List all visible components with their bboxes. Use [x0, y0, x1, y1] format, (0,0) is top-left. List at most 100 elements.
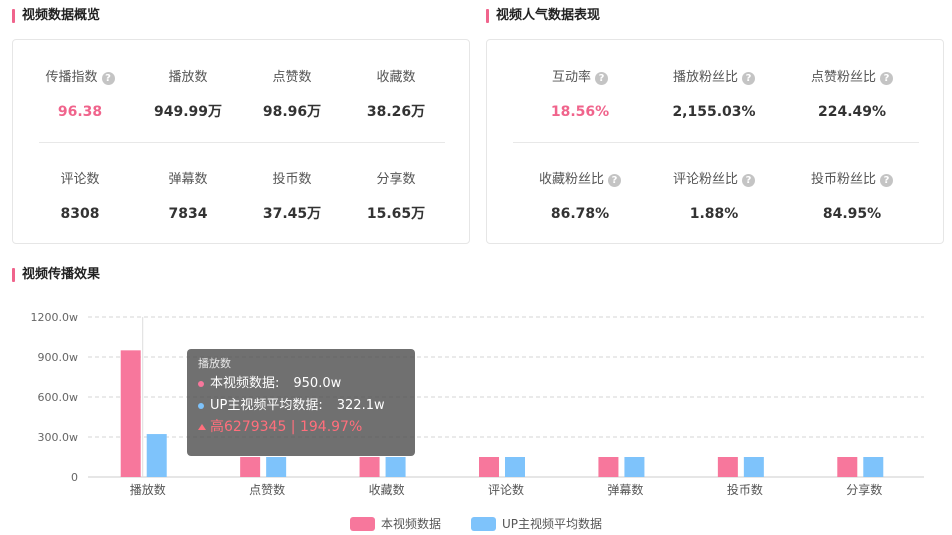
y-tick-label: 600.0w — [38, 391, 79, 404]
y-tick-label: 900.0w — [38, 351, 79, 364]
x-tick-label: 弹幕数 — [607, 482, 643, 497]
bar-video — [120, 350, 141, 477]
popularity-metric-label-wrap: 评论粉丝比? — [673, 172, 755, 188]
popularity-metric-label-wrap: 投币粉丝比? — [811, 172, 893, 188]
overview-metric-label-wrap: 传播指数? — [45, 70, 115, 86]
popularity-metric-label: 收藏粉丝比 — [538, 172, 604, 187]
bar-average — [624, 457, 645, 477]
popularity-metric-value: 2,155.03% — [672, 104, 756, 120]
popularity-metric-label-wrap: 收藏粉丝比? — [539, 172, 621, 188]
popularity-metric-value: 224.49% — [817, 104, 887, 120]
bar-average — [266, 457, 287, 477]
overview-metric-label: 播放数 — [168, 70, 208, 85]
popularity-metric-label: 点赞粉丝比 — [810, 70, 876, 85]
overview-card: 传播指数? 96.38 播放数 949.99万 点赞数 98.96万 收藏数 38.26万评论… — [12, 39, 470, 244]
overview-metric-value: 96.38 — [57, 104, 103, 120]
overview-metric: 传播指数? 96.38 — [25, 66, 135, 120]
help-icon[interactable]: ? — [880, 71, 893, 85]
legend-item-video[interactable]: 本视频数据 — [349, 515, 441, 532]
overview-metric-label: 弹幕数 — [168, 172, 208, 187]
popularity-metric-value: 84.95% — [822, 206, 882, 222]
legend-label-video: 本视频数据 — [380, 517, 441, 531]
y-tick-label: 300.0w — [38, 431, 79, 444]
overview-metric: 分享数 15.65万 — [341, 168, 451, 222]
overview-metric-value: 15.65万 — [366, 206, 426, 222]
bar-video — [837, 457, 858, 477]
popularity-metric-value: 1.88% — [689, 206, 739, 222]
popularity-metric-label: 互动率 — [551, 70, 591, 85]
popularity-metric-value: 18.56% — [550, 104, 610, 120]
overview-metric: 评论数 8308 — [25, 168, 135, 222]
overview-metric-value: 38.26万 — [366, 104, 426, 120]
legend-swatch-video — [349, 516, 375, 531]
overview-metric-label: 点赞数 — [272, 70, 312, 85]
overview-metric-value: 7834 — [168, 206, 208, 222]
tooltip-row1-label: 本视频数据: — [210, 376, 280, 391]
help-icon[interactable]: ? — [101, 71, 115, 85]
popularity-metric-label-wrap: 互动率? — [552, 70, 608, 86]
tooltip-dot-average — [198, 402, 204, 409]
tooltip-dot-video — [198, 380, 204, 387]
x-tick-label: 分享数 — [846, 482, 882, 497]
overview-metric-value: 949.99万 — [153, 104, 223, 120]
help-icon[interactable]: ? — [742, 71, 755, 85]
tooltip-row-video: 本视频数据: 950.0w — [198, 374, 404, 393]
help-icon[interactable]: ? — [595, 71, 608, 85]
overview-metric-value: 8308 — [60, 206, 100, 222]
effect-title: 视频传播效果 — [12, 267, 100, 283]
bar-average — [863, 457, 884, 477]
chart-legend: 本视频数据 UP主视频平均数据 — [0, 515, 952, 532]
tooltip-high-text: 高6279345 | 194.97% — [210, 419, 363, 435]
overview-metric: 弹幕数 7834 — [133, 168, 243, 222]
legend-label-average: UP主视频平均数据 — [501, 517, 603, 531]
overview-metric-label-wrap: 收藏数 — [376, 70, 415, 86]
overview-metric-label-wrap: 点赞数 — [272, 70, 311, 86]
overview-metric-label: 收藏数 — [376, 70, 416, 85]
overview-divider — [39, 142, 445, 143]
tooltip-row-average: UP主视频平均数据: 322.1w — [198, 396, 404, 415]
popularity-metric-label-wrap: 点赞粉丝比? — [811, 70, 893, 86]
legend-item-average[interactable]: UP主视频平均数据 — [470, 515, 603, 532]
tooltip-title: 播放数 — [198, 357, 231, 370]
bar-average — [385, 457, 406, 477]
popularity-metric-label: 投币粉丝比 — [810, 172, 876, 187]
popularity-metric-label: 播放粉丝比 — [672, 70, 738, 85]
x-tick-label: 播放数 — [130, 482, 166, 497]
popularity-metric-value: 86.78% — [550, 206, 610, 222]
x-tick-label: 收藏数 — [369, 482, 405, 497]
help-icon[interactable]: ? — [742, 173, 755, 187]
popularity-metric: 投币粉丝比? 84.95% — [797, 168, 907, 222]
overview-metric-label: 投币数 — [272, 172, 312, 187]
overview-metric-label: 分享数 — [376, 172, 416, 187]
popularity-metric-label-wrap: 播放粉丝比? — [673, 70, 755, 86]
y-tick-label: 0 — [71, 471, 78, 484]
overview-metric-label: 传播指数 — [45, 70, 98, 85]
popularity-metric: 评论粉丝比? 1.88% — [659, 168, 769, 222]
overview-metric: 收藏数 38.26万 — [341, 66, 451, 120]
bar-video — [240, 457, 261, 477]
overview-metric: 投币数 37.45万 — [237, 168, 347, 222]
overview-metric-label-wrap: 评论数 — [60, 172, 99, 188]
bar-average — [505, 457, 525, 477]
popularity-metric: 点赞粉丝比? 224.49% — [797, 66, 907, 120]
tooltip-row2-label: UP主视频平均数据: — [210, 398, 323, 413]
tooltip-high-row: 高6279345 | 194.97% — [198, 417, 404, 437]
overview-metric-value: 37.45万 — [262, 206, 322, 222]
help-icon[interactable]: ? — [608, 173, 621, 187]
x-tick-label: 投币数 — [727, 482, 763, 497]
help-icon[interactable]: ? — [880, 173, 893, 187]
overview-metric: 播放数 949.99万 — [133, 66, 243, 120]
popularity-metric: 播放粉丝比? 2,155.03% — [659, 66, 769, 120]
x-tick-label: 评论数 — [488, 482, 524, 497]
up-triangle-icon — [198, 424, 206, 430]
bar-video — [717, 457, 738, 477]
popularity-metric-label: 评论粉丝比 — [672, 172, 738, 187]
overview-metric-label-wrap: 投币数 — [272, 172, 311, 188]
overview-title: 视频数据概览 — [12, 8, 100, 24]
overview-metric: 点赞数 98.96万 — [237, 66, 347, 120]
chart-tooltip: 播放数 本视频数据: 950.0w UP主视频平均数据: 322.1w 高627… — [187, 349, 415, 456]
popularity-metric: 互动率? 18.56% — [525, 66, 635, 120]
tooltip-row1-value: 950.0w — [293, 376, 342, 391]
overview-metric-label-wrap: 播放数 — [168, 70, 207, 86]
popularity-metric: 收藏粉丝比? 86.78% — [525, 168, 635, 222]
